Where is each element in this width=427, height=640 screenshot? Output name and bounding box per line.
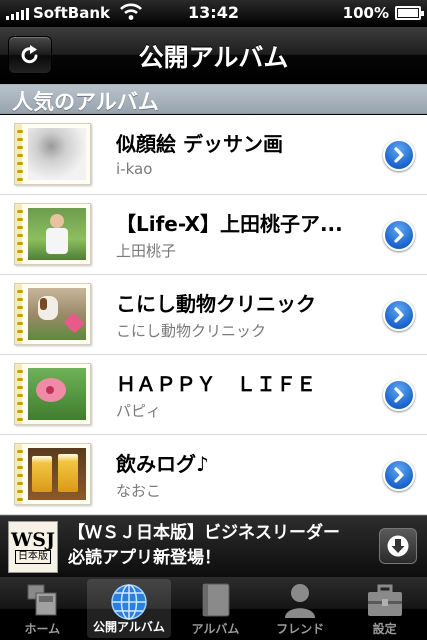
album-title: 【Life-X】上田桃子ア... [116, 212, 343, 236]
album-thumbnail [14, 203, 91, 265]
battery-percent: 100% [342, 4, 389, 22]
chevron-right-icon [394, 227, 404, 243]
tab-label: アルバム [191, 622, 240, 636]
chevron-right-icon [394, 147, 404, 163]
chevron-right-icon [394, 307, 404, 323]
detail-disclosure-button[interactable] [383, 379, 415, 411]
album-author: なおこ [116, 482, 162, 500]
album-thumbnail [14, 123, 91, 185]
list-item[interactable]: こにし動物クリニック こにし動物クリニック [0, 275, 427, 355]
list-item[interactable]: ＨＡＰＰＹ ＬＩＦＥ パピィ [0, 355, 427, 435]
navigation-bar: 公開アルバム [0, 27, 427, 83]
tab-label: フレンド [276, 622, 325, 636]
album-photo [28, 288, 86, 340]
home-icon [27, 584, 57, 616]
tab-label: ホーム [24, 622, 61, 636]
globe-icon [111, 584, 147, 620]
section-header: 人気のアルバム [0, 84, 427, 114]
download-button[interactable] [379, 528, 417, 564]
ad-line-2: 必読アプリ新登場！ [68, 548, 221, 568]
detail-disclosure-button[interactable] [383, 299, 415, 331]
album-title: ＨＡＰＰＹ ＬＩＦＥ [116, 372, 316, 396]
detail-disclosure-button[interactable] [383, 219, 415, 251]
album-author: 上田桃子 [116, 242, 177, 260]
toolbox-icon [367, 584, 402, 616]
page-title: 公開アルバム [138, 43, 289, 72]
album-thumbnail [14, 443, 91, 505]
detail-disclosure-button[interactable] [383, 459, 415, 491]
tab-label: 公開アルバム [92, 620, 165, 634]
album-author: パピィ [116, 402, 162, 420]
tab-bar: ホーム 公開アルバム アルバム フレンド 設定 [0, 577, 427, 640]
album-author: こにし動物クリニック [116, 322, 267, 340]
album-author: i-kao [116, 160, 153, 178]
tab-album[interactable]: アルバム [173, 577, 258, 640]
list-item[interactable]: 【Life-X】上田桃子ア... 上田桃子 [0, 195, 427, 275]
ad-line-1: 【ＷＳＪ日本版】ビジネスリーダー [68, 523, 340, 543]
album-title: 飲みログ♪ [116, 452, 209, 476]
album-book-icon [202, 583, 230, 617]
download-icon [387, 535, 409, 557]
tab-label: 設定 [372, 622, 397, 636]
ad-text: 【ＷＳＪ日本版】ビジネスリーダー 必読アプリ新登場！ [68, 521, 340, 571]
battery-icon [395, 6, 424, 20]
logo-text: WSJ [10, 529, 56, 551]
section-header-label: 人気のアルバム [12, 90, 159, 114]
album-list: 似顔絵 デッサン画 i-kao 【Life-X】上田桃子ア... 上田桃子 こに… [0, 115, 427, 515]
tab-friend[interactable]: フレンド [258, 577, 343, 640]
album-photo [28, 128, 86, 180]
album-title: こにし動物クリニック [116, 292, 316, 316]
album-photo [28, 448, 86, 500]
list-item[interactable]: 飲みログ♪ なおこ [0, 435, 427, 515]
person-icon [285, 584, 316, 618]
album-thumbnail [14, 363, 91, 425]
album-photo [28, 368, 86, 420]
chevron-right-icon [394, 387, 404, 403]
tab-settings[interactable]: 設定 [342, 577, 427, 640]
ad-banner[interactable]: WSJ 日本版 【ＷＳＪ日本版】ビジネスリーダー 必読アプリ新登場！ [0, 515, 427, 577]
wsj-logo: WSJ 日本版 [8, 521, 58, 573]
tab-public-album[interactable]: 公開アルバム [86, 579, 172, 638]
tab-home[interactable]: ホーム [0, 577, 85, 640]
logo-subtext: 日本版 [15, 550, 51, 564]
album-photo [28, 208, 86, 260]
detail-disclosure-button[interactable] [383, 139, 415, 171]
list-item[interactable]: 似顔絵 デッサン画 i-kao [0, 115, 427, 195]
status-bar: SoftBank 13:42 100% [0, 0, 427, 27]
chevron-right-icon [394, 467, 404, 483]
album-title: 似顔絵 デッサン画 [116, 132, 283, 156]
album-thumbnail [14, 283, 91, 345]
